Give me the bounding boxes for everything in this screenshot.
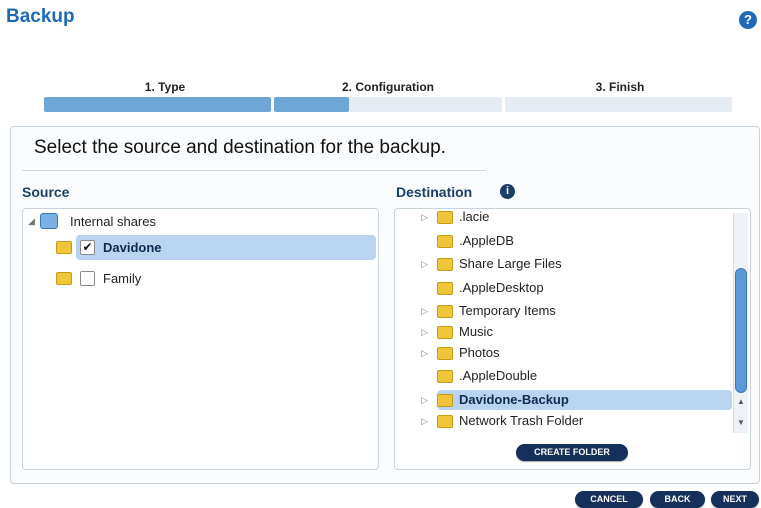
family-checkbox[interactable]: [80, 271, 95, 286]
source-title: Source: [22, 184, 70, 200]
dest-item-label: .AppleDB: [459, 233, 514, 248]
step-configuration-label: 2. Configuration: [342, 80, 434, 94]
folder-icon: [56, 241, 72, 254]
next-button[interactable]: NEXT: [711, 491, 759, 508]
tree-root-label[interactable]: Internal shares: [70, 214, 156, 229]
expand-arrow-icon[interactable]: ▷: [421, 207, 428, 227]
folder-icon: [437, 211, 453, 224]
dest-item-label: Share Large Files: [459, 256, 562, 271]
source-item-davidone[interactable]: Davidone: [103, 240, 162, 255]
step-finish-label: 3. Finish: [595, 80, 645, 94]
dest-item-label: Network Trash Folder: [459, 413, 584, 428]
davidone-checkbox[interactable]: ✔: [80, 240, 95, 255]
dest-item-label: .AppleDouble: [459, 368, 538, 383]
collapse-arrow-icon[interactable]: ◢: [28, 216, 35, 227]
scrollbar-thumb[interactable]: [735, 268, 747, 393]
divider: [22, 170, 486, 171]
step-type-label: 1. Type: [144, 80, 186, 94]
expand-arrow-icon[interactable]: ▷: [421, 322, 428, 342]
dest-item-label: Temporary Items: [459, 303, 556, 318]
dest-item-label: Davidone-Backup: [459, 392, 569, 407]
dest-item-label: Photos: [459, 345, 500, 360]
back-button[interactable]: BACK: [650, 491, 705, 508]
expand-arrow-icon[interactable]: ▷: [421, 390, 428, 410]
dest-item-label: .AppleDesktop: [459, 280, 544, 295]
dest-item-label: Music: [459, 324, 493, 339]
expand-arrow-icon[interactable]: ▷: [421, 343, 428, 363]
step-finish-progress: [505, 97, 732, 112]
expand-arrow-icon[interactable]: ▷: [421, 301, 428, 321]
scroll-down-icon[interactable]: ▼: [735, 418, 747, 427]
folder-icon: [437, 326, 453, 339]
step-configuration-remaining: [349, 97, 502, 112]
destination-title: Destination: [396, 184, 473, 200]
folder-icon: [437, 370, 453, 383]
step-type-progress: [44, 97, 271, 112]
create-folder-button[interactable]: CREATE FOLDER: [516, 444, 628, 461]
scroll-up-icon[interactable]: ▲: [735, 397, 747, 406]
expand-arrow-icon[interactable]: ▷: [421, 411, 428, 431]
instruction-text: Select the source and destination for th…: [34, 137, 446, 158]
folder-icon: [437, 394, 453, 407]
page-title: Backup: [6, 6, 75, 27]
folder-icon: [56, 272, 72, 285]
info-icon[interactable]: i: [500, 184, 515, 199]
dest-item-label: .lacie: [459, 209, 490, 224]
folder-icon: [437, 258, 453, 271]
source-item-family[interactable]: Family: [103, 271, 141, 286]
cancel-button[interactable]: CANCEL: [575, 491, 643, 508]
folder-icon: [437, 347, 453, 360]
expand-arrow-icon[interactable]: ▷: [421, 254, 428, 274]
help-icon[interactable]: ?: [739, 11, 757, 29]
folder-icon: [437, 415, 453, 428]
network-drive-icon: [40, 213, 58, 229]
step-configuration-progress: [274, 97, 349, 112]
folder-icon: [437, 282, 453, 295]
folder-icon: [437, 305, 453, 318]
folder-icon: [437, 235, 453, 248]
